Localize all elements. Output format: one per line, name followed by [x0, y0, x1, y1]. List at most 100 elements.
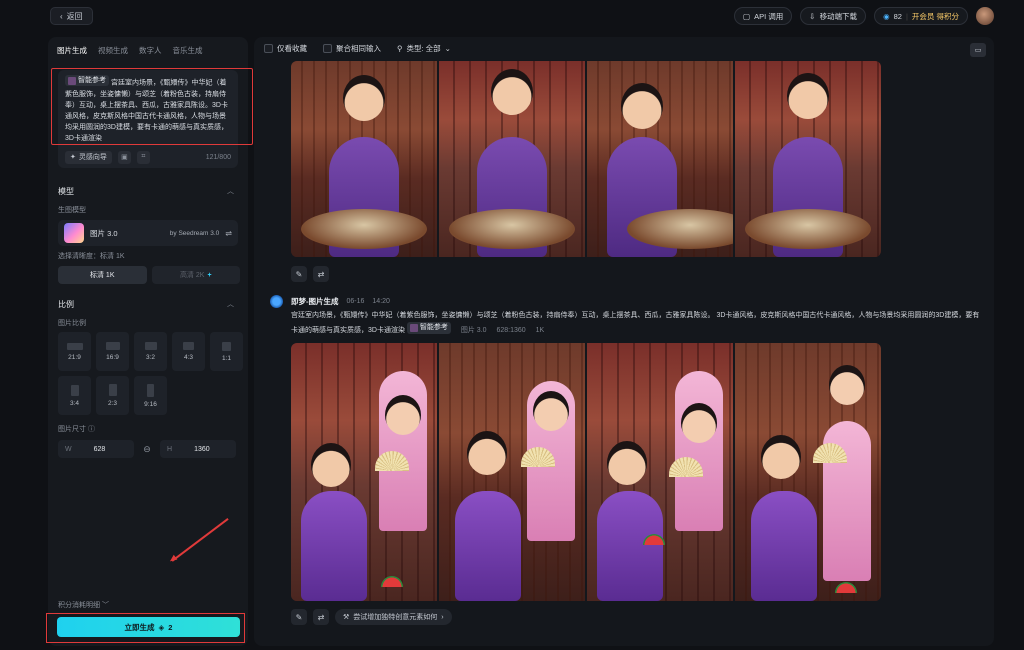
- inspire-button[interactable]: ✦ 灵感向导: [65, 150, 112, 164]
- credits-vip-button[interactable]: ◉ 82 | 开会员 得积分: [874, 7, 968, 25]
- info-icon: ⓘ: [87, 426, 95, 433]
- ratio-1-1[interactable]: 1:1: [210, 332, 243, 371]
- ref-chip-label: 智能参考: [78, 77, 106, 84]
- tab-music[interactable]: 音乐生成: [173, 45, 203, 56]
- ratio-21-9[interactable]: 21:9: [58, 332, 91, 371]
- image-figure-head: [385, 395, 421, 435]
- suggestion-button[interactable]: ⚒ 尝试增加独特创意元素如何 ›: [335, 609, 452, 625]
- tab-image[interactable]: 图片生成: [57, 45, 87, 56]
- merge-inputs-checkbox[interactable]: 聚合相同输入: [323, 43, 381, 54]
- prompt-toolbar: ✦ 灵感向导 ▣ ⌗ 121/800: [58, 146, 238, 168]
- ratio-shape: [108, 384, 117, 396]
- ratio-section-title[interactable]: 比例 ︿: [58, 299, 238, 310]
- image-grid-1: [291, 61, 881, 257]
- ratio-shape: [144, 342, 157, 350]
- ratio-16-9[interactable]: 16:9: [96, 332, 129, 371]
- ratio-3-4[interactable]: 3:4: [58, 376, 91, 415]
- image-table: [301, 209, 427, 249]
- ratio-shape: [222, 341, 231, 351]
- image-figure-head: [343, 75, 385, 121]
- image-figure-head: [467, 431, 507, 475]
- image-figure-head: [533, 391, 569, 431]
- coin-icon: ◉: [883, 11, 890, 21]
- edit-icon[interactable]: ✎: [291, 609, 307, 625]
- result-image[interactable]: [439, 61, 585, 257]
- smart-reference-chip[interactable]: 智能参考: [406, 322, 451, 334]
- type-label: 类型: 全部: [406, 44, 441, 53]
- ratio-shape: [183, 342, 194, 350]
- api-button[interactable]: ▢ API 调用: [733, 7, 793, 25]
- crop-icon[interactable]: ⌗: [136, 150, 150, 164]
- result-image[interactable]: [587, 61, 733, 257]
- model-sub-label: 生图模型: [58, 207, 86, 214]
- result-image[interactable]: [291, 61, 437, 257]
- ratio-label: 2:3: [107, 400, 118, 407]
- back-label: 返回: [66, 11, 83, 21]
- tab-video[interactable]: 视频生成: [98, 45, 128, 56]
- mobile-download-button[interactable]: ⇩ 移动端下载: [800, 7, 867, 25]
- model-name: 图片 3.0: [90, 228, 118, 238]
- avatar[interactable]: [976, 7, 994, 25]
- download-icon: ⇩: [809, 11, 816, 21]
- result-image[interactable]: [587, 343, 733, 601]
- width-prefix: W: [65, 445, 72, 453]
- link-icon[interactable]: ⊖: [140, 444, 154, 455]
- ratio-label: 9:16: [144, 400, 157, 408]
- result-image[interactable]: [439, 343, 585, 601]
- generate-label: 立即生成: [124, 622, 155, 632]
- generate-cost: 2: [168, 622, 173, 632]
- tab-digital-human[interactable]: 数字人: [139, 45, 162, 56]
- image-upload-icon[interactable]: ▣: [117, 150, 131, 164]
- filter-bar: 仅看收藏 聚合相同输入 ⚲ 类型: 全部 ⌄: [264, 43, 451, 54]
- res-standard-button[interactable]: 标清 1K: [58, 266, 147, 284]
- height-value: 1360: [194, 445, 210, 453]
- res-hd-button[interactable]: 高清 2K +: [151, 266, 240, 284]
- regenerate-icon[interactable]: ⇄: [313, 266, 329, 282]
- credit-coin-icon: ◈: [158, 622, 165, 632]
- result-2-actions: ✎ ⇄ ⚒ 尝试增加独特创意元素如何 ›: [291, 609, 452, 625]
- folder-icon[interactable]: ▭: [970, 43, 986, 57]
- result-image[interactable]: [735, 61, 881, 257]
- ratio-label: 4:3: [183, 354, 194, 361]
- suggestion-label: 尝试增加独特创意元素如何: [353, 614, 438, 621]
- vip-label: 开会员 得积分: [911, 11, 959, 21]
- edit-icon[interactable]: ✎: [291, 266, 307, 282]
- smart-reference-chip[interactable]: 智能参考: [65, 75, 109, 86]
- api-icon: ▢: [742, 11, 751, 21]
- settings-sliders-icon: ⇌: [225, 228, 232, 238]
- ratio-label: 16:9: [106, 354, 119, 361]
- model-selector[interactable]: 图片 3.0 by Seedream 3.0 ⇌: [58, 220, 238, 246]
- image-figure-head: [761, 435, 801, 479]
- regenerate-icon[interactable]: ⇄: [313, 609, 329, 625]
- ratio-shape: [66, 342, 83, 350]
- type-filter-dropdown[interactable]: ⚲ 类型: 全部 ⌄: [397, 43, 451, 54]
- result-image[interactable]: [291, 343, 437, 601]
- image-table: [745, 209, 871, 249]
- mobile-label: 移动端下载: [819, 11, 858, 21]
- model-section-title[interactable]: 模型 ︿: [58, 186, 238, 197]
- ratio-9-16[interactable]: 9:16: [134, 376, 167, 415]
- ratio-grid: 21:9 16:9 3:2 4:3 1:1 3:4 2:3 9:16: [58, 332, 243, 415]
- image-figure-head: [829, 365, 865, 405]
- chevron-up-icon: ︿: [227, 301, 234, 308]
- results-panel: 仅看收藏 聚合相同输入 ⚲ 类型: 全部 ⌄ ▭ ✎ ⇄ 即梦-图片生成 06-…: [254, 37, 994, 646]
- prompt-input[interactable]: 智能参考 宫廷室内场景，《甄嬛传》中华妃（着紫色服饰，坐姿慵懒）与颂芝（着粉色古…: [58, 70, 238, 146]
- image-figure-purple: [751, 491, 817, 601]
- top-bar: ‹ 返回 ▢ API 调用 ⇩ 移动端下载 ◉ 82 | 开会员 得积分: [0, 0, 1024, 32]
- ratio-4-3[interactable]: 4:3: [172, 332, 205, 371]
- result-title: 即梦-图片生成: [291, 297, 339, 306]
- generate-button[interactable]: 立即生成 ◈ 2: [57, 617, 240, 637]
- ratio-3-2[interactable]: 3:2: [134, 332, 167, 371]
- result-date: 06-16: [346, 298, 365, 305]
- back-button[interactable]: ‹ 返回: [50, 7, 93, 25]
- image-figure-head: [311, 443, 351, 487]
- favorites-checkbox[interactable]: 仅看收藏: [264, 43, 307, 54]
- sparkle-icon: ✦: [70, 154, 76, 161]
- result-image[interactable]: [735, 343, 881, 601]
- ratio-shape: [147, 383, 154, 397]
- credits-detail-toggle[interactable]: 积分消耗明细 ﹀: [58, 600, 109, 610]
- height-field[interactable]: H 1360: [160, 440, 236, 458]
- ratio-2-3[interactable]: 2:3: [96, 376, 129, 415]
- width-field[interactable]: W 628: [58, 440, 134, 458]
- image-figure-purple: [455, 491, 521, 601]
